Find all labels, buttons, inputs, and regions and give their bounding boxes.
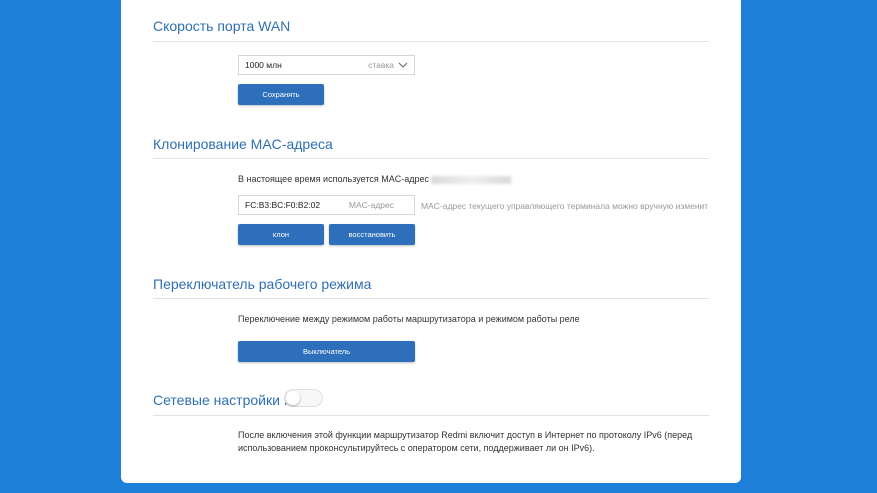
mode-switch-button[interactable]: Выключатель xyxy=(238,341,415,362)
redacted-mac-value xyxy=(431,175,511,184)
mode-section-title: Переключатель рабочего режима xyxy=(153,276,372,292)
wan-speed-select[interactable]: 1000 млн ставка xyxy=(238,55,415,75)
divider xyxy=(153,158,709,159)
mode-description: Переключение между режимом работы маршру… xyxy=(238,314,580,324)
mac-address-unit: MAC-адрес xyxy=(348,200,394,210)
mac-section-title: Клонирование MAC-адреса xyxy=(153,136,333,152)
wan-section-title: Скорость порта WAN xyxy=(153,18,291,34)
ipv6-description-line1: После включения этой функции маршрутизат… xyxy=(238,430,693,440)
divider xyxy=(153,415,709,416)
wan-speed-unit: ставка xyxy=(368,60,394,70)
ipv6-toggle[interactable] xyxy=(284,389,323,407)
current-mac-label: В настоящее время используется MAC-адрес xyxy=(238,174,429,184)
divider xyxy=(153,298,709,299)
chevron-down-icon xyxy=(398,62,408,68)
wan-speed-value: 1000 млн xyxy=(245,60,282,70)
mac-address-value: FC:B3:BC:F0:B2:02 xyxy=(245,200,321,210)
save-button[interactable]: Сохранять xyxy=(238,84,324,105)
ipv6-description-line2: использованием проконсультируйтесь с опе… xyxy=(238,443,595,453)
mac-address-input[interactable]: FC:B3:BC:F0:B2:02 MAC-адрес xyxy=(238,195,415,215)
clone-button[interactable]: клон xyxy=(238,224,324,245)
divider xyxy=(153,41,709,42)
toggle-knob xyxy=(286,391,300,405)
restore-button[interactable]: восстановить xyxy=(329,224,415,245)
settings-panel: Скорость порта WAN 1000 млн ставка Сохра… xyxy=(121,0,741,483)
current-mac-text: В настоящее время используется MAC-адрес xyxy=(238,174,511,184)
mac-hint-text: MAC-адрес текущего управляющего терминал… xyxy=(421,201,708,211)
